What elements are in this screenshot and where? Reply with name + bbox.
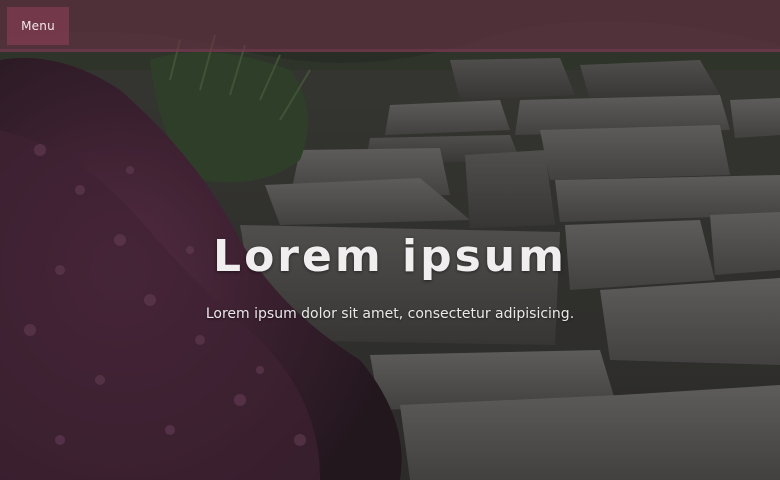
page: Menu Lorem ipsum Lorem ipsum dolor sit a… [0,0,780,480]
hero-content: Lorem ipsum Lorem ipsum dolor sit amet, … [0,222,780,322]
top-navigation-bar: Menu [0,0,780,52]
hero-subtitle: Lorem ipsum dolor sit amet, consectetur … [205,306,575,322]
menu-button[interactable]: Menu [7,7,69,45]
hero-title: Lorem ipsum [213,231,567,282]
